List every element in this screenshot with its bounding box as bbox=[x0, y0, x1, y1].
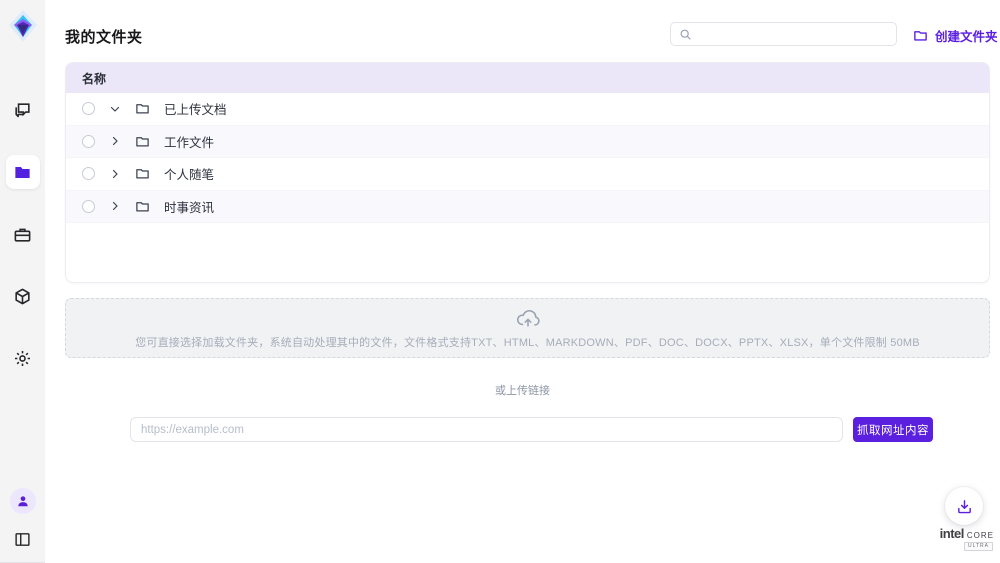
folder-filled-icon bbox=[13, 163, 32, 182]
gear-icon bbox=[13, 349, 32, 368]
cloud-upload-icon bbox=[515, 307, 541, 329]
folder-icon bbox=[135, 199, 150, 214]
folder-icon bbox=[135, 134, 150, 149]
row-checkbox[interactable] bbox=[82, 102, 95, 115]
main-content: 我的文件夹 创建文件夹 名称 bbox=[45, 0, 1000, 563]
folder-name[interactable]: 时事资讯 bbox=[164, 197, 214, 216]
folder-plus-icon bbox=[913, 28, 928, 43]
row-checkbox[interactable] bbox=[82, 167, 95, 180]
folder-icon bbox=[135, 101, 150, 116]
core-wordmark: core bbox=[967, 528, 994, 540]
panel-layout-icon bbox=[14, 531, 31, 548]
folder-name[interactable]: 个人随笔 bbox=[164, 164, 214, 183]
sidebar-item-folders[interactable] bbox=[6, 155, 40, 189]
sidebar-item-models[interactable] bbox=[6, 279, 40, 313]
intel-wordmark: intel bbox=[940, 527, 964, 540]
app-logo-gem-icon[interactable] bbox=[7, 7, 39, 45]
or-upload-link-label: 或上传链接 bbox=[45, 382, 1000, 398]
folder-name[interactable]: 已上传文档 bbox=[164, 99, 227, 118]
page-title: 我的文件夹 bbox=[65, 26, 143, 47]
search-box[interactable] bbox=[670, 22, 897, 46]
intel-core-ultra-logo: intel core ULTRA bbox=[930, 527, 994, 551]
sidebar-item-settings[interactable] bbox=[6, 341, 40, 375]
briefcase-icon bbox=[13, 225, 32, 244]
chevron-down-icon[interactable] bbox=[109, 103, 121, 115]
folder-row[interactable]: 个人随笔 bbox=[66, 158, 989, 191]
download-fab-button[interactable] bbox=[945, 487, 983, 525]
sidebar-item-toolbox[interactable] bbox=[6, 217, 40, 251]
chevron-right-icon[interactable] bbox=[109, 168, 121, 180]
row-checkbox[interactable] bbox=[82, 135, 95, 148]
ultra-chip-label: ULTRA bbox=[964, 542, 993, 551]
table-header-row: 名称 bbox=[66, 63, 989, 93]
person-icon bbox=[16, 494, 30, 508]
create-folder-label: 创建文件夹 bbox=[935, 26, 998, 45]
url-input[interactable] bbox=[130, 417, 843, 442]
chat-icon bbox=[13, 101, 32, 120]
folder-name[interactable]: 工作文件 bbox=[164, 132, 214, 151]
upload-hint-text: 您可直接选择加载文件夹，系统自动处理其中的文件，文件格式支持TXT、HTML、M… bbox=[135, 334, 920, 350]
folder-row[interactable]: 工作文件 bbox=[66, 126, 989, 159]
collapse-sidebar-button[interactable] bbox=[12, 528, 34, 550]
sidebar bbox=[0, 0, 45, 563]
cube-icon bbox=[13, 287, 32, 306]
chevron-right-icon[interactable] bbox=[109, 200, 121, 212]
folder-row[interactable]: 已上传文档 bbox=[66, 93, 989, 126]
name-column-header: 名称 bbox=[82, 70, 106, 87]
url-fetch-row: 抓取网址内容 bbox=[130, 417, 933, 442]
search-icon bbox=[679, 28, 692, 41]
user-avatar[interactable] bbox=[10, 488, 36, 514]
download-icon bbox=[956, 498, 973, 515]
search-input[interactable] bbox=[698, 27, 888, 41]
row-checkbox[interactable] bbox=[82, 200, 95, 213]
sidebar-item-chat[interactable] bbox=[6, 93, 40, 127]
folder-row[interactable]: 时事资讯 bbox=[66, 191, 989, 224]
chevron-right-icon[interactable] bbox=[109, 135, 121, 147]
upload-dropzone[interactable]: 您可直接选择加载文件夹，系统自动处理其中的文件，文件格式支持TXT、HTML、M… bbox=[65, 298, 990, 358]
folder-table: 名称 已上传文档 工作文件 bbox=[65, 62, 990, 283]
create-folder-button[interactable]: 创建文件夹 bbox=[913, 26, 998, 44]
folder-icon bbox=[135, 166, 150, 181]
fetch-url-button[interactable]: 抓取网址内容 bbox=[853, 417, 933, 442]
